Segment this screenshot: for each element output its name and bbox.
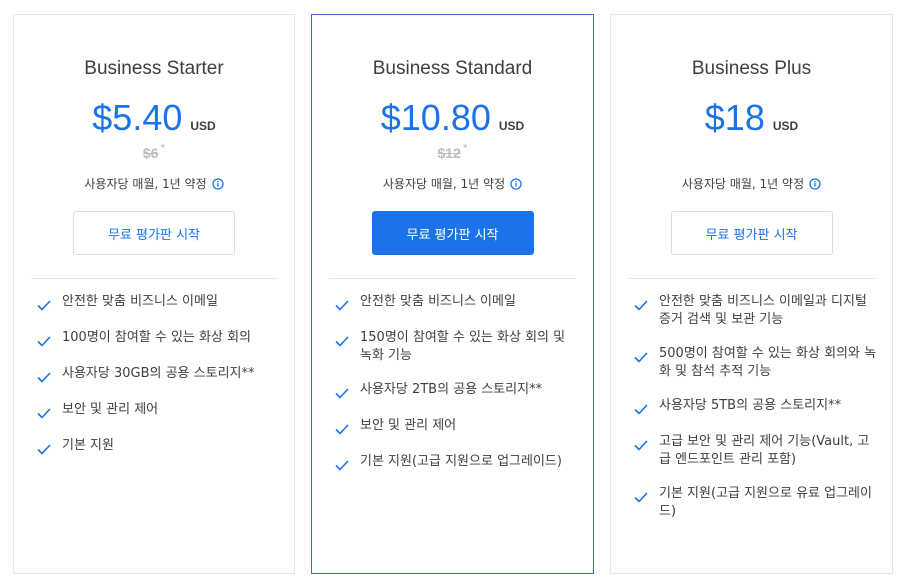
plan-currency: USD [772,119,799,133]
billing-text: 사용자당 매월, 1년 약정 [84,177,207,191]
old-price: $12 [437,145,461,161]
info-icon[interactable] [211,177,224,190]
plan-price: $5.40 [92,97,183,138]
plan-price: $18 [704,97,765,138]
footnote-asterisk: * [160,141,166,155]
feature-text: 안전한 맞춤 비즈니스 이메일과 디지털 증거 검색 및 보관 기능 [659,294,867,327]
feature-text: 안전한 맞춤 비즈니스 이메일 [360,294,516,309]
feature-text: 기본 지원 [62,438,114,453]
billing-terms: 사용자당 매월, 1년 약정 [312,175,593,192]
plan-card-business-plus: Business Plus $18 USD 사용자당 매월, 1년 약정 무료 … [610,14,893,574]
feature-item: 안전한 맞춤 비즈니스 이메일 [334,293,579,313]
feature-text: 500명이 참여할 수 있는 화상 회의와 녹화 및 참석 추적 기능 [659,346,877,379]
feature-text: 고급 보안 및 관리 제어 기능(Vault, 고급 엔드포인트 관리 포함) [659,434,870,467]
feature-item: 기본 지원(고급 지원으로 업그레이드) [334,453,579,473]
billing-terms: 사용자당 매월, 1년 약정 [14,175,294,192]
feature-item: 안전한 맞춤 비즈니스 이메일 [36,293,280,313]
old-price-row: $6 * [14,141,294,163]
divider [329,278,576,279]
feature-item: 기본 지원 [36,437,280,457]
footnote-asterisk: * [462,141,468,155]
check-icon [335,300,349,311]
feature-item: 100명이 참여할 수 있는 화상 회의 [36,329,280,349]
feature-item: 고급 보안 및 관리 제어 기능(Vault, 고급 엔드포인트 관리 포함) [633,433,878,469]
old-price: $6 [142,145,159,161]
check-icon [634,300,648,311]
check-icon [37,372,51,383]
plan-card-business-standard: Business Standard $10.80 USD $12 * 사용자당 매… [311,14,594,574]
feature-item: 500명이 참여할 수 있는 화상 회의와 녹화 및 참석 추적 기능 [633,345,878,381]
plan-currency: USD [498,119,525,133]
feature-list: 안전한 맞춤 비즈니스 이메일과 디지털 증거 검색 및 보관 기능 500명이… [633,293,878,537]
check-icon [37,336,51,347]
feature-item: 보안 및 관리 제어 [334,417,579,437]
price-row: $5.40 USD [14,97,294,139]
feature-item: 사용자당 5TB의 공용 스토리지** [633,397,878,417]
feature-item: 사용자당 2TB의 공용 스토리지** [334,381,579,401]
price-row: $10.80 USD [312,97,593,139]
plan-name: Business Standard [372,58,533,79]
feature-text: 기본 지원(고급 지원으로 업그레이드) [360,454,562,469]
feature-text: 보안 및 관리 제어 [62,402,159,417]
feature-item: 안전한 맞춤 비즈니스 이메일과 디지털 증거 검색 및 보관 기능 [633,293,878,329]
check-icon [335,336,349,347]
feature-list: 안전한 맞춤 비즈니스 이메일 100명이 참여할 수 있는 화상 회의 사용자… [36,293,280,473]
feature-text: 100명이 참여할 수 있는 화상 회의 [62,330,251,345]
feature-text: 보안 및 관리 제어 [360,418,457,433]
feature-text: 사용자당 5TB의 공용 스토리지** [659,398,842,413]
feature-list: 안전한 맞춤 비즈니스 이메일 150명이 참여할 수 있는 화상 회의 및 녹… [334,293,579,489]
feature-item: 보안 및 관리 제어 [36,401,280,421]
billing-text: 사용자당 매월, 1년 약정 [382,177,506,191]
billing-text: 사용자당 매월, 1년 약정 [681,177,805,191]
check-icon [37,300,51,311]
feature-text: 사용자당 30GB의 공용 스토리지** [62,366,255,381]
feature-text: 사용자당 2TB의 공용 스토리지** [360,382,543,397]
check-icon [37,408,51,419]
feature-text: 기본 지원(고급 지원으로 유료 업그레이드) [659,486,872,519]
info-icon[interactable] [510,177,522,190]
feature-item: 기본 지원(고급 지원으로 유료 업그레이드) [633,485,878,521]
divider [628,278,875,279]
check-icon [335,424,349,435]
old-price-row: $12 * [312,141,593,163]
feature-text: 150명이 참여할 수 있는 화상 회의 및 녹화 기능 [360,330,566,363]
plan-name: Business Starter [84,58,224,79]
plan-price: $10.80 [380,97,491,138]
plan-name: Business Plus [691,58,812,79]
info-icon[interactable] [809,177,821,190]
start-trial-button[interactable]: 무료 평가판 시작 [670,211,833,255]
start-trial-button[interactable]: 무료 평가판 시작 [371,211,534,255]
feature-item: 사용자당 30GB의 공용 스토리지** [36,365,280,385]
check-icon [335,460,349,471]
plan-card-business-starter: Business Starter $5.40 USD $6 * 사용자당 매월, … [13,14,295,574]
divider [31,278,277,279]
price-row: $18 USD [611,97,892,139]
check-icon [335,388,349,399]
feature-text: 안전한 맞춤 비즈니스 이메일 [62,294,218,309]
check-icon [634,352,648,363]
billing-terms: 사용자당 매월, 1년 약정 [611,175,892,192]
check-icon [634,404,648,415]
check-icon [634,440,648,451]
plan-currency: USD [190,119,216,133]
feature-item: 150명이 참여할 수 있는 화상 회의 및 녹화 기능 [334,329,579,365]
start-trial-button[interactable]: 무료 평가판 시작 [73,211,235,255]
check-icon [634,492,648,503]
check-icon [37,444,51,455]
